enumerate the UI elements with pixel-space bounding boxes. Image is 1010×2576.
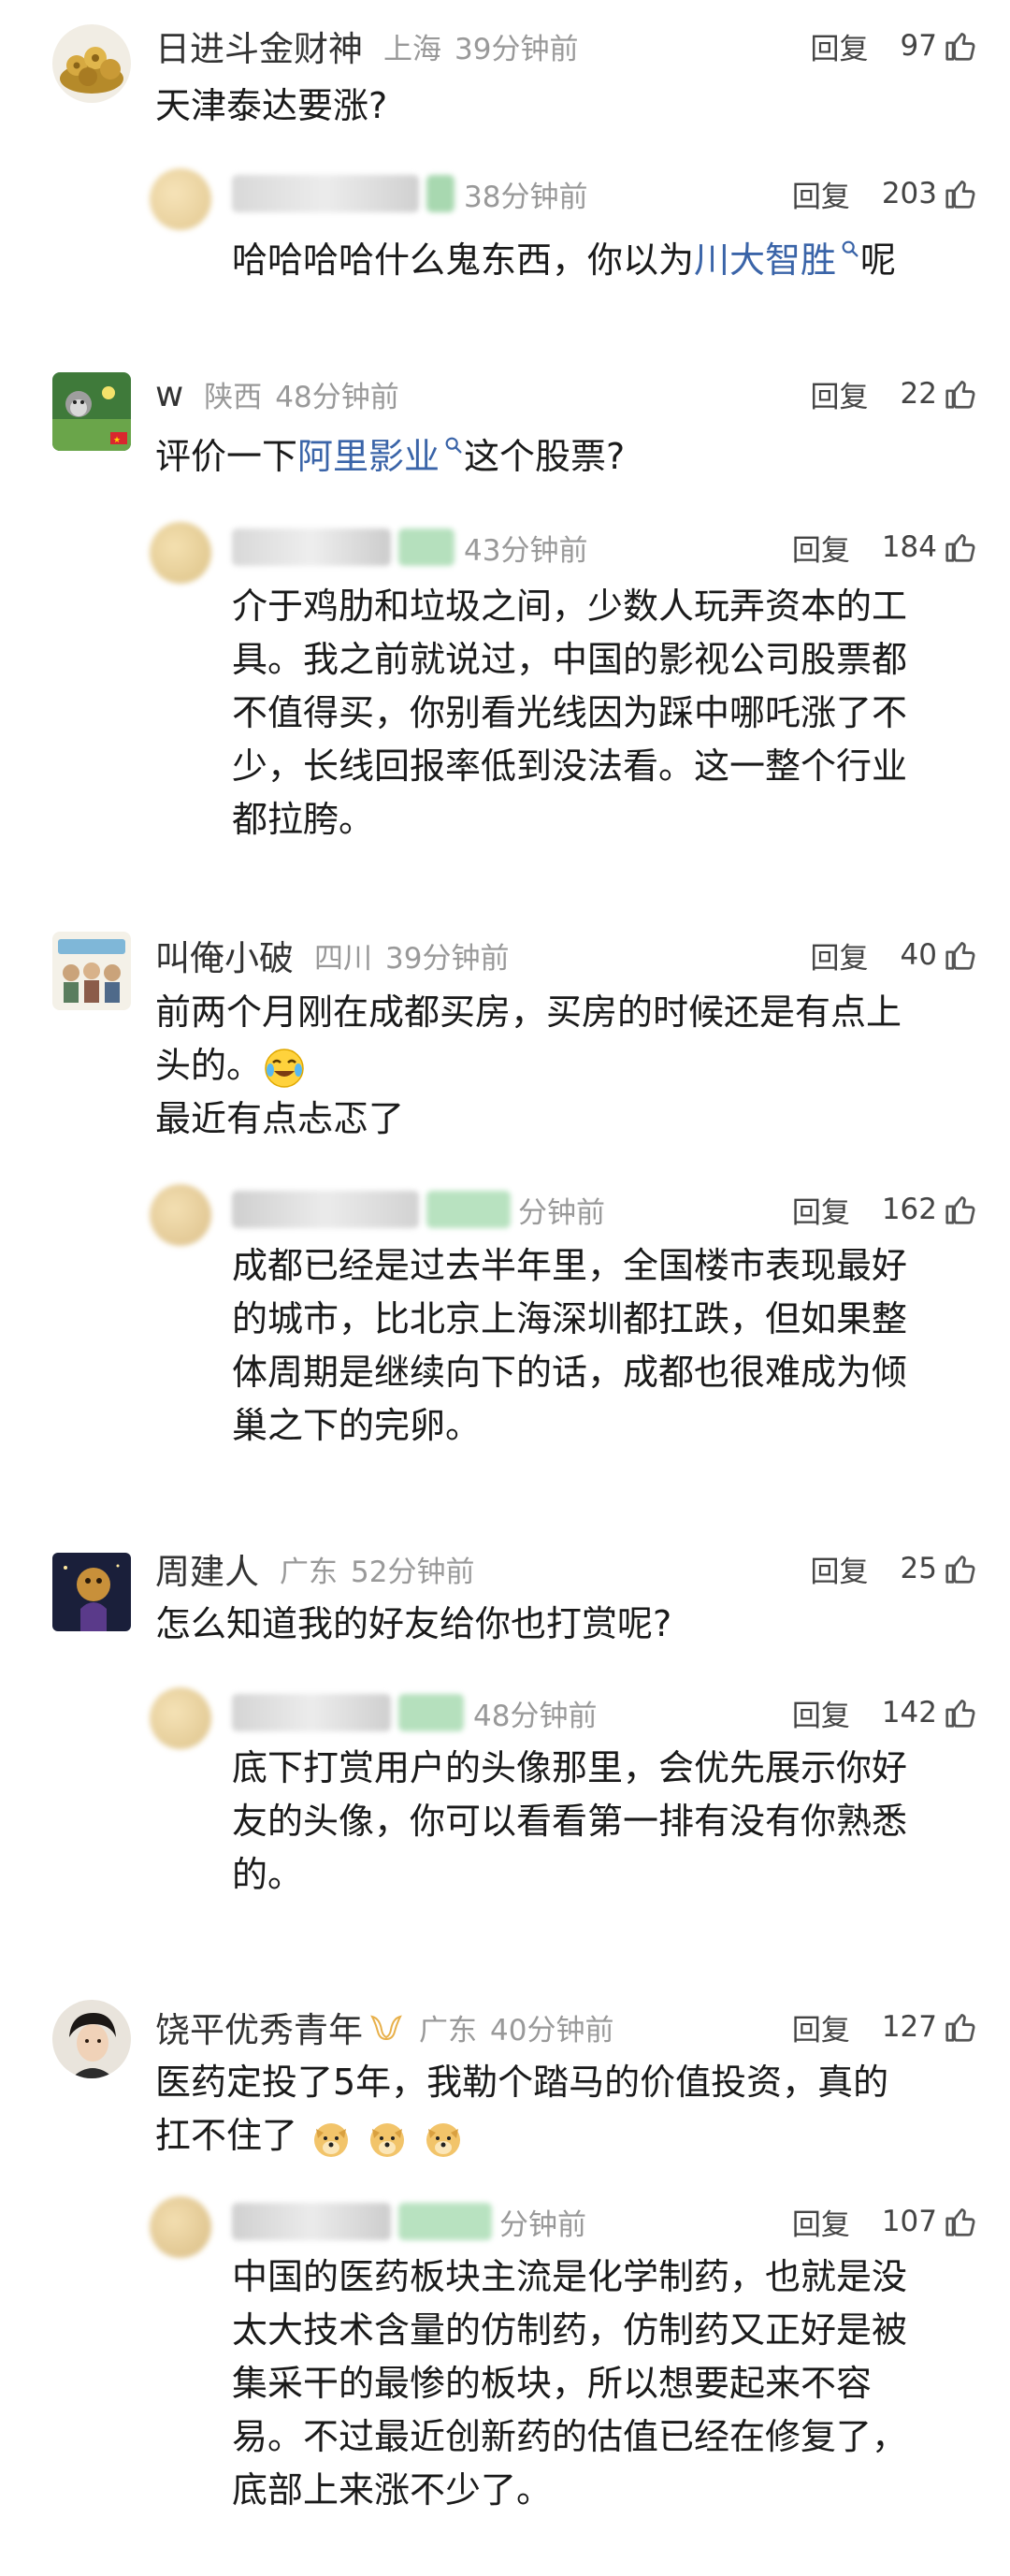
thumb-up-icon[interactable] <box>943 1695 978 1730</box>
like-count: 40 <box>900 938 937 972</box>
comment-text: 医药定投了5年，我勒个踏马的价值投资，真的 扛不住了 <box>155 2056 888 2163</box>
timestamp: 分钟前 <box>518 1195 605 1230</box>
avatar[interactable] <box>52 24 131 103</box>
blurred-username <box>232 528 391 566</box>
vip-badge-icon <box>370 2015 402 2041</box>
username[interactable]: 周建人 <box>155 1543 259 1594</box>
search-mini-icon <box>443 435 464 456</box>
comment-text: 天津泰达要涨? <box>155 85 388 126</box>
avatar[interactable] <box>52 1553 131 1631</box>
reply-text: 底下打赏用户的头像那里，会优先展示你好 友的头像，你可以看看第一排有没有你熟悉 … <box>232 1747 908 1895</box>
thumb-up-icon[interactable] <box>943 376 978 412</box>
avatar[interactable] <box>150 2196 211 2258</box>
username[interactable]: w <box>155 374 183 414</box>
avatar[interactable] <box>52 2000 131 2078</box>
blurred-username <box>232 175 419 212</box>
reply-text: 介于鸡肋和垃圾之间，少数人玩弄资本的工 具。我之前就说过，中国的影视公司股票都 … <box>232 586 908 840</box>
doge-emoji-group <box>297 2115 466 2157</box>
reply-button[interactable]: 回复 <box>811 373 869 415</box>
thumb-up-icon[interactable] <box>943 28 978 64</box>
like-count: 107 <box>881 2205 937 2238</box>
username[interactable]: 叫俺小破 <box>155 930 294 980</box>
location: 广东 <box>280 1555 338 1589</box>
thumb-up-icon[interactable] <box>943 529 978 565</box>
thumb-up-icon[interactable] <box>943 1551 978 1586</box>
like-count: 184 <box>881 530 937 564</box>
avatar[interactable] <box>150 1687 211 1749</box>
doge-emoji <box>370 2122 405 2157</box>
like-count: 203 <box>881 177 937 210</box>
avatar[interactable] <box>52 932 131 1010</box>
stock-link[interactable]: 川大智胜 <box>694 239 836 281</box>
timestamp: 48分钟前 <box>473 1699 598 1733</box>
avatar[interactable]: ★ <box>52 372 131 451</box>
timestamp: 40分钟前 <box>490 2013 614 2048</box>
location: 上海 <box>383 32 441 66</box>
timestamp: 39分钟前 <box>454 32 579 66</box>
like-count: 142 <box>881 1696 937 1729</box>
reply-text: 成都已经是过去半年里，全国楼市表现最好 的城市，比北京上海深圳都扛跌，但如果整 … <box>232 1245 908 1446</box>
like-count: 25 <box>900 1552 937 1585</box>
laugh-cry-emoji <box>265 1048 304 1088</box>
reply-text: 哈哈哈哈什么鬼东西，你以为川大智胜呢 <box>232 239 897 281</box>
like-count: 127 <box>881 2010 937 2044</box>
thumb-up-icon[interactable] <box>943 1192 978 1227</box>
reply-button[interactable]: 回复 <box>792 2006 850 2048</box>
location: 四川 <box>314 941 372 976</box>
timestamp: 38分钟前 <box>464 180 588 214</box>
timestamp: 43分钟前 <box>464 533 588 568</box>
thumb-up-icon[interactable] <box>943 2204 978 2239</box>
doge-emoji <box>314 2122 349 2157</box>
location: 广东 <box>419 2013 477 2048</box>
comment-text: 前两个月刚在成都买房，买房的时候还是有点上 头的。 最近有点忐忑了 <box>155 991 902 1139</box>
reply-button[interactable]: 回复 <box>792 173 850 215</box>
reply-text: 中国的医药板块主流是化学制药，也就是没 太大技术含量的仿制药，仿制药又正好是被 … <box>232 2256 908 2511</box>
reply-button[interactable]: 回复 <box>811 25 869 67</box>
comment-text: 评价一下阿里影业 这个股票? <box>155 435 626 477</box>
username[interactable]: 日进斗金财神 <box>155 21 363 71</box>
reply-button[interactable]: 回复 <box>811 934 869 977</box>
timestamp: 48分钟前 <box>275 380 399 414</box>
reply-button[interactable]: 回复 <box>792 527 850 569</box>
avatar[interactable] <box>150 168 211 230</box>
like-count: 97 <box>900 29 937 63</box>
reply-button[interactable]: 回复 <box>792 1189 850 1231</box>
thumb-up-icon[interactable] <box>943 937 978 973</box>
username[interactable]: 饶平优秀青年 <box>155 2002 363 2052</box>
avatar[interactable] <box>150 522 211 584</box>
svg-text:★: ★ <box>113 436 121 445</box>
reply-button[interactable]: 回复 <box>792 1692 850 1734</box>
blurred-username <box>232 2203 391 2240</box>
thumb-up-icon[interactable] <box>943 176 978 211</box>
like-count: 162 <box>881 1193 937 1226</box>
reply-button[interactable]: 回复 <box>811 1548 869 1590</box>
reply-button[interactable]: 回复 <box>792 2201 850 2243</box>
search-mini-icon <box>840 239 860 259</box>
timestamp: 39分钟前 <box>385 941 510 976</box>
timestamp: 52分钟前 <box>351 1555 475 1589</box>
thumb-up-icon[interactable] <box>943 2009 978 2045</box>
doge-emoji <box>426 2122 461 2157</box>
timestamp: 分钟前 <box>499 2207 586 2242</box>
blurred-username <box>232 1191 419 1228</box>
avatar[interactable] <box>150 1184 211 1246</box>
comment-text: 怎么知道我的好友给你也打赏呢? <box>155 1603 672 1644</box>
stock-link[interactable]: 阿里影业 <box>297 436 440 477</box>
blurred-username <box>232 1694 391 1731</box>
like-count: 22 <box>900 377 937 411</box>
location: 陕西 <box>204 380 263 414</box>
